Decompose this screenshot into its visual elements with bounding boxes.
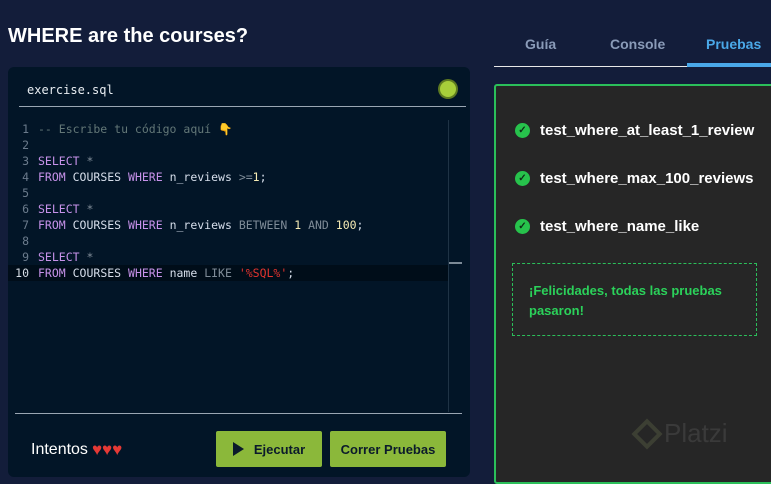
code-token: n_reviews	[162, 170, 239, 184]
code-token: AND	[301, 218, 336, 232]
code-token: ;	[287, 266, 295, 280]
code-token: name	[162, 266, 205, 280]
run-tests-button[interactable]: Correr Pruebas	[330, 431, 446, 467]
status-indicator-icon	[440, 81, 456, 97]
watermark-text: Platzi	[664, 418, 728, 448]
line-number: 9	[22, 250, 29, 264]
platzi-watermark: Platzi	[631, 417, 728, 450]
success-message: ¡Felicidades, todas las pruebas pasaron!	[512, 263, 757, 336]
play-icon	[232, 442, 244, 456]
tab-guia[interactable]: Guía	[525, 36, 556, 52]
code-token: SELECT	[38, 250, 80, 264]
code-editor[interactable]: exercise.sql 1 -- Escribe tu código aquí …	[8, 67, 470, 477]
code-line[interactable]: 8	[8, 233, 448, 249]
code-line[interactable]: 5	[8, 185, 448, 201]
code-line[interactable]: 6 SELECT *	[8, 201, 448, 217]
code-token: 100	[335, 218, 357, 232]
code-token: BETWEEN	[238, 218, 295, 232]
code-token: FROM	[38, 218, 66, 232]
heart-icon: ♥	[112, 440, 123, 459]
tests-panel: ✓ test_where_at_least_1_review ✓ test_wher…	[494, 84, 771, 484]
test-name: test_where_max_100_reviews	[540, 170, 754, 187]
test-name: test_where_name_like	[540, 218, 700, 235]
platzi-logo-icon	[631, 417, 663, 450]
code-line[interactable]: 2	[8, 137, 448, 153]
code-token: WHERE	[128, 266, 163, 280]
code-line[interactable]: 1 -- Escribe tu código aquí 👇	[8, 121, 448, 137]
code-token: *	[79, 154, 94, 168]
scrollbar-thumb[interactable]	[449, 262, 462, 264]
line-number: 1	[22, 122, 29, 136]
heart-icon: ♥	[102, 440, 113, 459]
code-token: WHERE	[128, 218, 163, 232]
line-number: 4	[22, 170, 29, 184]
code-area[interactable]: 1 -- Escribe tu código aquí 👇 2 3 SELECT * 4 F…	[8, 121, 448, 281]
code-line[interactable]: 7 FROM COURSES WHERE n_reviews BETWEEN 1 …	[8, 217, 448, 233]
code-line[interactable]: 3 SELECT *	[8, 153, 448, 169]
tab-console[interactable]: Console	[610, 36, 665, 52]
code-token: '%SQL%'	[238, 266, 288, 280]
file-name: exercise.sql	[27, 83, 114, 97]
check-circle-icon: ✓	[515, 171, 530, 186]
run-label: Ejecutar	[253, 441, 306, 457]
line-number: 8	[22, 234, 29, 248]
code-line[interactable]: 10 FROM COURSES WHERE name LIKE '%SQL%';	[8, 265, 448, 281]
test-name: test_where_at_least_1_review	[540, 122, 755, 139]
tab-pruebas[interactable]: Pruebas	[706, 36, 761, 52]
attempts-label: Intentos	[31, 441, 88, 458]
code-token: COURSES	[65, 218, 129, 232]
test-item: ✓ test_where_at_least_1_review	[515, 122, 754, 139]
code-token: ;	[259, 170, 267, 184]
code-token: SELECT	[38, 154, 80, 168]
line-number: 5	[22, 186, 29, 200]
code-token: LIKE	[204, 266, 239, 280]
exercise-title: WHERE are the courses?	[8, 25, 249, 47]
code-token: *	[79, 202, 94, 216]
code-token: SELECT	[38, 202, 80, 216]
code-token: ;	[356, 218, 364, 232]
code-token: *	[79, 250, 94, 264]
test-item: ✓ test_where_name_like	[515, 218, 699, 235]
check-circle-icon: ✓	[515, 219, 530, 234]
code-token: 1	[252, 170, 260, 184]
line-number: 3	[22, 154, 29, 168]
heart-icon: ♥	[91, 440, 103, 459]
hearts: ♥♥♥	[92, 440, 122, 460]
tab-bar: Guía Console Pruebas	[494, 0, 771, 67]
code-token: FROM	[38, 170, 66, 184]
code-token: n_reviews	[162, 218, 239, 232]
line-number: 2	[22, 138, 29, 152]
code-token: COURSES	[65, 266, 129, 280]
code-token: COURSES	[65, 170, 129, 184]
code-token: >=	[238, 170, 253, 184]
attempts: Intentos ♥♥♥	[31, 440, 122, 460]
line-number: 7	[22, 218, 29, 232]
check-circle-icon: ✓	[515, 123, 530, 138]
run-button[interactable]: Ejecutar	[216, 431, 322, 467]
code-token: FROM	[38, 266, 66, 280]
line-number: 6	[22, 202, 29, 216]
line-number: 10	[15, 266, 29, 280]
code-line[interactable]: 9 SELECT *	[8, 249, 448, 265]
code-line[interactable]: 4 FROM COURSES WHERE n_reviews >=1;	[8, 169, 448, 185]
code-token: WHERE	[128, 170, 163, 184]
active-tab-indicator	[687, 63, 771, 67]
divider	[19, 106, 466, 107]
scrollbar-track[interactable]	[448, 120, 449, 412]
code-token: -- Escribe tu código aquí 👇	[38, 122, 233, 136]
divider	[15, 413, 462, 414]
test-item: ✓ test_where_max_100_reviews	[515, 170, 754, 187]
